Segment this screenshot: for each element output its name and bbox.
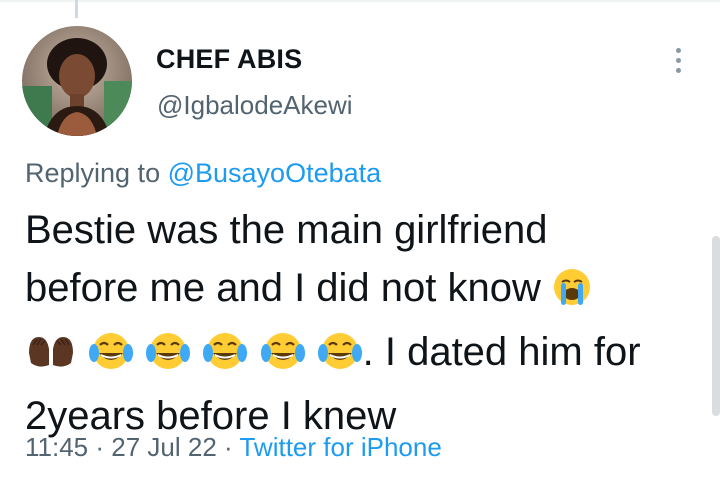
tweet-text-line: before me and I did not know [25,259,685,323]
replying-to: Replying to @BusayoOtebata [25,158,381,189]
tweet-source-link[interactable]: Twitter for iPhone [239,432,441,462]
meta-separator: · [95,432,105,462]
meta-separator: · [224,432,233,462]
face-with-tears-of-joy-icon [88,329,134,387]
tweet-metadata: 11:45 · 27 Jul 22 · Twitter for iPhone [25,432,442,463]
face-with-tears-of-joy-icon [317,329,363,387]
face-with-tears-of-joy-icon [260,329,306,387]
face-with-tears-of-joy-icon [145,329,191,387]
author-display-name[interactable]: CHEF ABIS [156,44,302,75]
avatar[interactable] [22,26,132,136]
thread-connector-line [75,0,78,18]
palms-up-together-icon [25,329,77,387]
scrollbar[interactable] [712,236,720,416]
face-with-tears-of-joy-icon [202,329,248,387]
replying-to-label: Replying to [25,158,161,188]
tweet-text-line: Bestie was the main girlfriend [25,208,548,252]
tweet-date[interactable]: 27 Jul 22 [111,432,217,462]
tweet-text-line: . I dated him for [25,323,685,387]
more-options-icon[interactable] [665,42,691,78]
author-handle[interactable]: @IgbalodeAkewi [157,90,353,121]
avatar-image [22,26,132,136]
loudly-crying-face-icon [552,265,592,323]
top-divider [0,0,720,2]
replying-to-handle-link[interactable]: @BusayoOtebata [168,158,382,188]
tweet-text: Bestie was the main girlfriend before me… [25,201,685,445]
tweet-time[interactable]: 11:45 [25,432,88,462]
